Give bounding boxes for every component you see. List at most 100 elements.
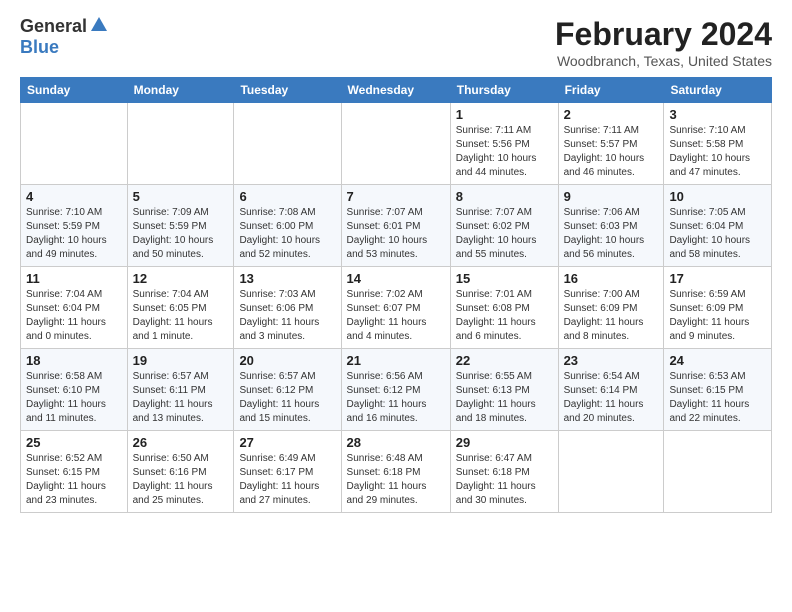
table-row: 21 Sunrise: 6:56 AM Sunset: 6:12 PM Dayli… — [341, 349, 450, 431]
day-info: Sunrise: 6:52 AM Sunset: 6:15 PM Dayligh… — [26, 452, 122, 508]
table-row: 8 Sunrise: 7:07 AM Sunset: 6:02 PM Daylig… — [450, 185, 558, 267]
table-row: 19 Sunrise: 6:57 AM Sunset: 6:11 PM Dayli… — [127, 349, 234, 431]
day-number: 4 — [26, 189, 122, 204]
day-number: 23 — [564, 353, 659, 368]
header-thursday: Thursday — [450, 78, 558, 103]
table-row: 6 Sunrise: 7:08 AM Sunset: 6:00 PM Daylig… — [234, 185, 341, 267]
day-info: Sunrise: 6:57 AM Sunset: 6:12 PM Dayligh… — [239, 370, 335, 426]
page-header: General Blue February 2024 Woodbranch, T… — [20, 16, 772, 69]
day-number: 15 — [456, 271, 553, 286]
day-number: 1 — [456, 107, 553, 122]
table-row: 16Sunrise: 7:00 AM Sunset: 6:09 PM Dayli… — [558, 267, 664, 349]
table-row — [234, 103, 341, 185]
calendar-subtitle: Woodbranch, Texas, United States — [555, 53, 772, 69]
table-row: 1 Sunrise: 7:11 AM Sunset: 5:56 PM Daylig… — [450, 103, 558, 185]
day-info: Sunrise: 6:47 AM Sunset: 6:18 PM Dayligh… — [456, 452, 553, 508]
table-row: 17 Sunrise: 6:59 AM Sunset: 6:09 PM Dayli… — [664, 267, 772, 349]
table-row: 4 Sunrise: 7:10 AM Sunset: 5:59 PM Daylig… — [21, 185, 128, 267]
calendar-table: Sunday Monday Tuesday Wednesday Thursday… — [20, 77, 772, 513]
day-info: Sunrise: 6:48 AM Sunset: 6:18 PM Dayligh… — [347, 452, 445, 508]
day-number: 22 — [456, 353, 553, 368]
day-number: 11 — [26, 271, 122, 286]
day-info: Sunrise: 6:59 AM Sunset: 6:09 PM Dayligh… — [669, 288, 766, 344]
day-info: Sunrise: 7:07 AM Sunset: 6:02 PM Dayligh… — [456, 206, 553, 262]
day-info: Sunrise: 6:57 AM Sunset: 6:11 PM Dayligh… — [133, 370, 229, 426]
day-number: 21 — [347, 353, 445, 368]
day-number: 19 — [133, 353, 229, 368]
day-info: Sunrise: 7:05 AM Sunset: 6:04 PM Dayligh… — [669, 206, 766, 262]
table-row: 28 Sunrise: 6:48 AM Sunset: 6:18 PM Dayli… — [341, 431, 450, 513]
calendar-week-row: 4 Sunrise: 7:10 AM Sunset: 5:59 PM Daylig… — [21, 185, 772, 267]
day-number: 7 — [347, 189, 445, 204]
table-row: 11Sunrise: 7:04 AM Sunset: 6:04 PM Dayli… — [21, 267, 128, 349]
table-row: 7 Sunrise: 7:07 AM Sunset: 6:01 PM Daylig… — [341, 185, 450, 267]
table-row: 2 Sunrise: 7:11 AM Sunset: 5:57 PM Daylig… — [558, 103, 664, 185]
day-number: 12 — [133, 271, 229, 286]
day-number: 3 — [669, 107, 766, 122]
header-wednesday: Wednesday — [341, 78, 450, 103]
title-section: February 2024 Woodbranch, Texas, United … — [555, 16, 772, 69]
table-row — [127, 103, 234, 185]
day-number: 27 — [239, 435, 335, 450]
day-info: Sunrise: 7:01 AM Sunset: 6:08 PM Dayligh… — [456, 288, 553, 344]
day-info: Sunrise: 7:08 AM Sunset: 6:00 PM Dayligh… — [239, 206, 335, 262]
table-row: 25 Sunrise: 6:52 AM Sunset: 6:15 PM Dayli… — [21, 431, 128, 513]
table-row: 5Sunrise: 7:09 AM Sunset: 5:59 PM Daylig… — [127, 185, 234, 267]
header-saturday: Saturday — [664, 78, 772, 103]
day-info: Sunrise: 6:54 AM Sunset: 6:14 PM Dayligh… — [564, 370, 659, 426]
header-tuesday: Tuesday — [234, 78, 341, 103]
table-row: 3 Sunrise: 7:10 AM Sunset: 5:58 PM Daylig… — [664, 103, 772, 185]
logo-arrow-icon — [91, 17, 107, 36]
day-number: 14 — [347, 271, 445, 286]
day-info: Sunrise: 7:07 AM Sunset: 6:01 PM Dayligh… — [347, 206, 445, 262]
calendar-week-row: 18 Sunrise: 6:58 AM Sunset: 6:10 PM Dayli… — [21, 349, 772, 431]
day-info: Sunrise: 7:10 AM Sunset: 5:58 PM Dayligh… — [669, 124, 766, 180]
day-info: Sunrise: 7:10 AM Sunset: 5:59 PM Dayligh… — [26, 206, 122, 262]
table-row — [664, 431, 772, 513]
day-number: 5 — [133, 189, 229, 204]
table-row — [558, 431, 664, 513]
day-info: Sunrise: 7:04 AM Sunset: 6:05 PM Dayligh… — [133, 288, 229, 344]
day-number: 10 — [669, 189, 766, 204]
table-row: 27 Sunrise: 6:49 AM Sunset: 6:17 PM Dayli… — [234, 431, 341, 513]
table-row: 29 Sunrise: 6:47 AM Sunset: 6:18 PM Dayli… — [450, 431, 558, 513]
day-info: Sunrise: 6:49 AM Sunset: 6:17 PM Dayligh… — [239, 452, 335, 508]
table-row: 20 Sunrise: 6:57 AM Sunset: 6:12 PM Dayli… — [234, 349, 341, 431]
day-number: 8 — [456, 189, 553, 204]
logo-general-text: General — [20, 16, 87, 37]
day-number: 24 — [669, 353, 766, 368]
day-number: 9 — [564, 189, 659, 204]
day-info: Sunrise: 6:56 AM Sunset: 6:12 PM Dayligh… — [347, 370, 445, 426]
table-row: 9 Sunrise: 7:06 AM Sunset: 6:03 PM Daylig… — [558, 185, 664, 267]
table-row: 26Sunrise: 6:50 AM Sunset: 6:16 PM Dayli… — [127, 431, 234, 513]
table-row: 13Sunrise: 7:03 AM Sunset: 6:06 PM Dayli… — [234, 267, 341, 349]
day-info: Sunrise: 7:02 AM Sunset: 6:07 PM Dayligh… — [347, 288, 445, 344]
table-row: 24 Sunrise: 6:53 AM Sunset: 6:15 PM Dayli… — [664, 349, 772, 431]
day-number: 20 — [239, 353, 335, 368]
day-info: Sunrise: 6:53 AM Sunset: 6:15 PM Dayligh… — [669, 370, 766, 426]
day-number: 25 — [26, 435, 122, 450]
table-row: 22Sunrise: 6:55 AM Sunset: 6:13 PM Dayli… — [450, 349, 558, 431]
day-info: Sunrise: 7:11 AM Sunset: 5:57 PM Dayligh… — [564, 124, 659, 180]
calendar-week-row: 11Sunrise: 7:04 AM Sunset: 6:04 PM Dayli… — [21, 267, 772, 349]
table-row: 10 Sunrise: 7:05 AM Sunset: 6:04 PM Dayli… — [664, 185, 772, 267]
table-row — [21, 103, 128, 185]
day-number: 18 — [26, 353, 122, 368]
day-info: Sunrise: 7:06 AM Sunset: 6:03 PM Dayligh… — [564, 206, 659, 262]
day-number: 28 — [347, 435, 445, 450]
weekday-header-row: Sunday Monday Tuesday Wednesday Thursday… — [21, 78, 772, 103]
day-number: 17 — [669, 271, 766, 286]
calendar-week-row: 1 Sunrise: 7:11 AM Sunset: 5:56 PM Daylig… — [21, 103, 772, 185]
calendar-title: February 2024 — [555, 16, 772, 53]
day-info: Sunrise: 7:00 AM Sunset: 6:09 PM Dayligh… — [564, 288, 659, 344]
header-friday: Friday — [558, 78, 664, 103]
day-number: 29 — [456, 435, 553, 450]
day-info: Sunrise: 7:11 AM Sunset: 5:56 PM Dayligh… — [456, 124, 553, 180]
table-row: 23 Sunrise: 6:54 AM Sunset: 6:14 PM Dayli… — [558, 349, 664, 431]
table-row: 14 Sunrise: 7:02 AM Sunset: 6:07 PM Dayli… — [341, 267, 450, 349]
day-number: 2 — [564, 107, 659, 122]
day-info: Sunrise: 7:03 AM Sunset: 6:06 PM Dayligh… — [239, 288, 335, 344]
day-number: 6 — [239, 189, 335, 204]
table-row: 12 Sunrise: 7:04 AM Sunset: 6:05 PM Dayli… — [127, 267, 234, 349]
day-info: Sunrise: 6:58 AM Sunset: 6:10 PM Dayligh… — [26, 370, 122, 426]
